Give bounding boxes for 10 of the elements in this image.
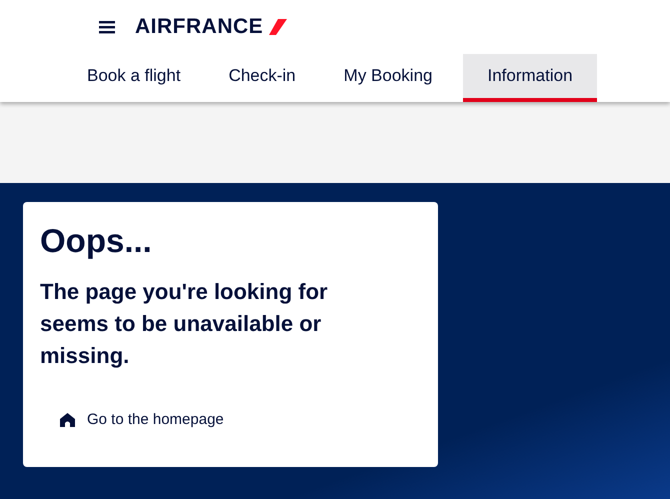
nav-tab[interactable]: My Booking: [326, 54, 450, 102]
nav-tab[interactable]: Information: [463, 54, 597, 102]
logo-wordmark[interactable]: AIRFRANCE: [135, 11, 264, 43]
nav-tab[interactable]: Check-in: [212, 54, 313, 102]
menu-icon[interactable]: [99, 20, 115, 34]
homepage-link[interactable]: Go to the homepage: [60, 409, 224, 432]
nav-tab[interactable]: Book a flight: [70, 54, 198, 102]
home-icon: [60, 413, 75, 428]
error-title: Oops...: [40, 221, 153, 261]
error-message: The page you're looking for seems to be unavailable or missing.: [40, 278, 329, 370]
